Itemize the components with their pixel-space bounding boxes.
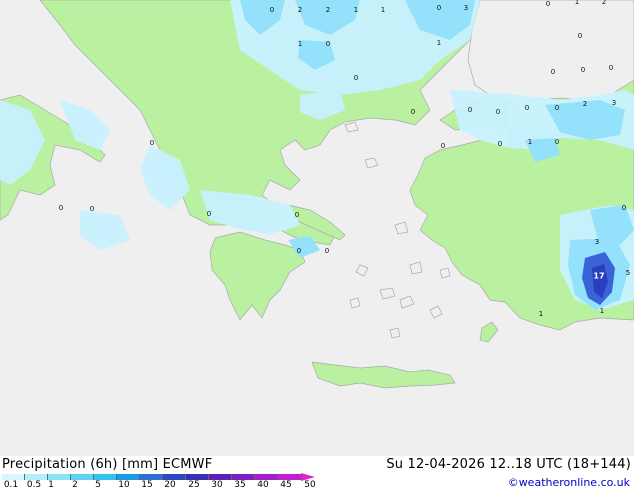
value-label: 0 <box>546 0 550 8</box>
value-label: 3 <box>464 4 468 12</box>
value-label: 1 <box>600 307 604 315</box>
value-label: 0 <box>411 108 415 116</box>
value-label: 0 <box>498 140 502 148</box>
value-label: 0 <box>441 142 445 150</box>
value-label: 5 <box>626 269 630 277</box>
value-label: 0 <box>555 104 559 112</box>
value-label: 0 <box>207 210 211 218</box>
value-label: 0 <box>468 106 472 114</box>
value-label: 0 <box>622 204 626 212</box>
value-label: 0 <box>555 138 559 146</box>
value-label: 0 <box>551 68 555 76</box>
legend-tick: 30 <box>211 480 223 490</box>
value-label: 2 <box>298 6 302 14</box>
value-label: 0 <box>325 247 329 255</box>
legend-tick: 20 <box>164 480 176 490</box>
legend-tick: 25 <box>188 480 200 490</box>
value-label: 0 <box>297 247 301 255</box>
value-label: 0 <box>437 4 441 12</box>
legend-ticks: 0.1 0.5 1 2 5 10 15 20 25 30 35 40 45 50 <box>0 480 340 490</box>
value-label: 1 <box>528 138 532 146</box>
value-label: 0 <box>581 66 585 74</box>
value-label: 0 <box>326 40 330 48</box>
legend-tick: 10 <box>118 480 130 490</box>
value-label: 1 <box>539 310 543 318</box>
value-label: 0 <box>270 6 274 14</box>
value-label: 0 <box>90 205 94 213</box>
value-label: 1 <box>354 6 358 14</box>
value-label: 1 <box>381 6 385 14</box>
value-label: 3 <box>595 238 599 246</box>
footer: Precipitation (6h) [mm] ECMWF Su 12-04-2… <box>0 456 634 490</box>
value-label: 0 <box>295 211 299 219</box>
sea-black-sea <box>467 0 634 103</box>
value-label: 0 <box>496 108 500 116</box>
value-label: 2 <box>326 6 330 14</box>
legend-tick: 2 <box>72 480 78 490</box>
legend-tick: 45 <box>280 480 292 490</box>
value-label: 0 <box>354 74 358 82</box>
legend-tick: 40 <box>257 480 269 490</box>
value-label: 3 <box>612 99 616 107</box>
legend-tick: 0.5 <box>26 480 42 490</box>
value-label: 2 <box>583 100 587 108</box>
valid-time: Su 12-04-2026 12..18 UTC (18+144) <box>386 457 631 472</box>
value-label: 0 <box>609 64 613 72</box>
precipitation-map: 0 2 2 1 1 0 3 0 1 2 1 0 1 0 0 0 0 0 0 0 … <box>0 0 634 456</box>
map-title: Precipitation (6h) [mm] ECMWF <box>2 457 213 472</box>
legend-tick: 50 <box>304 480 316 490</box>
legend-tick: 35 <box>234 480 246 490</box>
value-label: 1 <box>298 40 302 48</box>
legend-tick: 15 <box>141 480 153 490</box>
value-label: 0 <box>59 204 63 212</box>
value-label: 1 <box>575 0 579 6</box>
value-label: 0 <box>525 104 529 112</box>
value-label: 2 <box>602 0 606 6</box>
value-label: 0 <box>150 139 154 147</box>
value-label: 1 <box>437 39 441 47</box>
credit-link[interactable]: ©weatheronline.co.uk <box>508 476 630 489</box>
value-label: 0 <box>578 32 582 40</box>
legend-tick: 5 <box>95 480 101 490</box>
legend-tick: 0.1 <box>3 480 19 490</box>
value-label: 17 <box>593 272 604 281</box>
legend-tick: 1 <box>48 480 54 490</box>
